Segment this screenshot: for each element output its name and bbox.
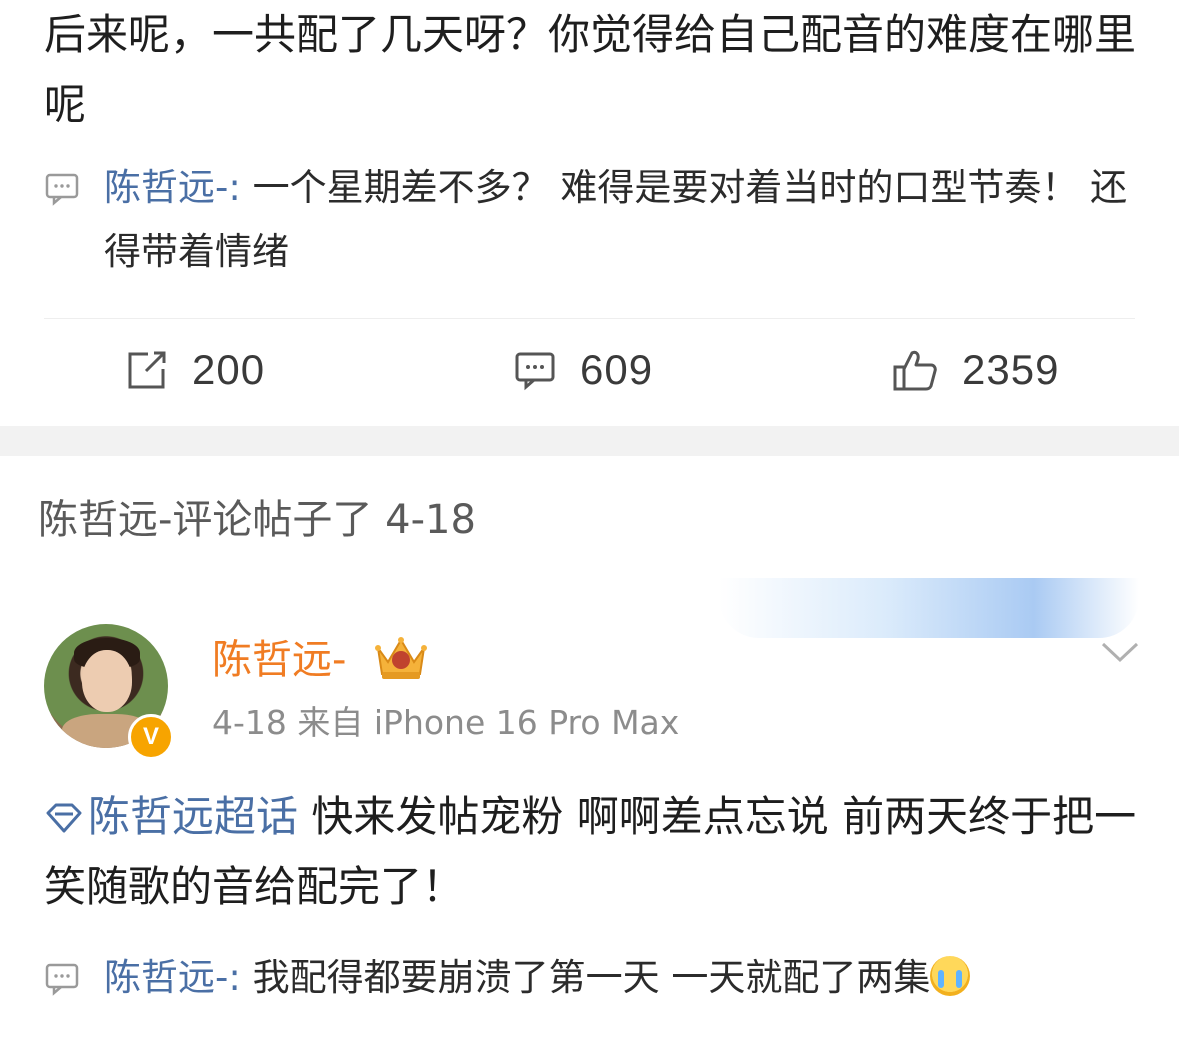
post-meta: 4-18 来自 iPhone 16 Pro Max <box>212 703 680 742</box>
chevron-down-icon[interactable] <box>1100 640 1140 664</box>
post-body: 陈哲远超话 快来发帖宠粉 啊啊差点忘说 前两天终于把一笑随歌的音给配完了！ <box>44 782 1144 922</box>
action-bar: 200 609 2359 <box>0 330 1179 420</box>
comment-count: 609 <box>580 346 654 393</box>
comment-bubble-icon <box>45 173 79 206</box>
like-count: 2359 <box>962 346 1060 393</box>
card-comment-text: 我配得都要崩溃了第一天 一天就配了两集 <box>240 956 931 999</box>
card-decoration-banner <box>719 578 1139 638</box>
card-comment-author[interactable]: 陈哲远- <box>104 956 228 999</box>
repost-button[interactable]: 200 <box>126 330 265 410</box>
section-separator <box>0 426 1179 456</box>
comment-text: 一个星期差不多？ 难得是要对着当时的口型节奏！ 还得带着情绪 <box>104 166 1128 273</box>
card-comment-colon: : <box>228 956 241 999</box>
thumbs-up-icon <box>893 350 937 391</box>
comment-colon: : <box>228 166 241 209</box>
topic-diamond-icon <box>46 803 82 833</box>
vip-crown-icon <box>375 637 427 679</box>
comment-preview[interactable]: 陈哲远-: 一个星期差不多？ 难得是要对着当时的口型节奏！ 还得带着情绪 <box>44 156 1134 284</box>
post-card: V 陈哲远- 4-18 来自 iPhone 16 Pro Max 陈哲远超话 快… <box>0 578 1179 1038</box>
card-comment-preview[interactable]: 陈哲远-: 我配得都要崩溃了第一天 一天就配了两集 <box>44 946 1134 1010</box>
crying-emoji-icon <box>930 956 971 996</box>
repost-count: 200 <box>192 346 266 393</box>
comment-author[interactable]: 陈哲远- <box>104 166 228 209</box>
topic-link[interactable]: 陈哲远超话 <box>44 792 298 841</box>
comment-content: 陈哲远-: 一个星期差不多？ 难得是要对着当时的口型节奏！ 还得带着情绪 <box>104 156 1134 284</box>
post-text: 后来呢，一共配了几天呀？你觉得给自己配音的难度在哪里呢 <box>44 10 1137 129</box>
comment-icon <box>515 352 555 391</box>
comment-bubble-icon <box>45 963 79 996</box>
comment-button[interactable]: 609 <box>514 330 653 410</box>
divider <box>44 318 1135 319</box>
topic-name: 陈哲远超话 <box>88 792 299 841</box>
like-button[interactable]: 2359 <box>892 330 1059 410</box>
repost-icon <box>128 351 166 389</box>
card-comment-content: 陈哲远-: 我配得都要崩溃了第一天 一天就配了两集 <box>104 946 1134 1010</box>
username[interactable]: 陈哲远- <box>212 630 346 690</box>
verified-badge-icon: V <box>128 714 174 760</box>
activity-header: 陈哲远-评论帖子了 4-18 <box>38 497 476 543</box>
